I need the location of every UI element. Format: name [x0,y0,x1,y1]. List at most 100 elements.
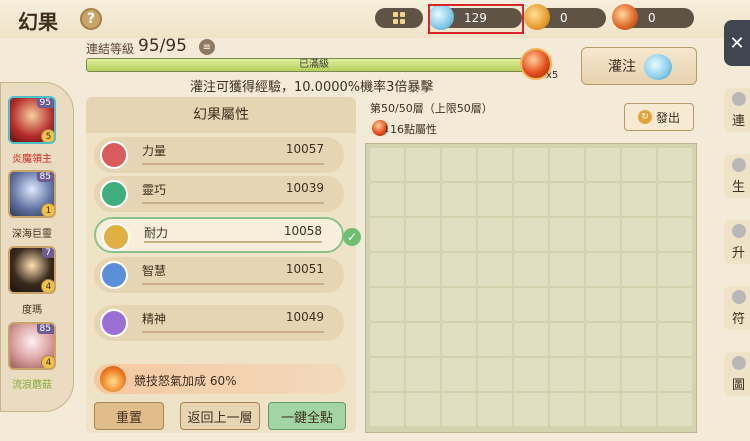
grid-cell[interactable] [586,358,620,391]
side-tab-upgrade[interactable]: 升 [724,220,750,264]
grid-cell[interactable] [622,393,656,426]
back-layer-button[interactable]: 返回上一層 [180,402,260,430]
grid-cell[interactable] [478,183,512,216]
grid-cell[interactable] [514,148,548,181]
grid-cell[interactable] [622,288,656,321]
character-avatar[interactable]: 7 4 [8,246,56,294]
resource-feather-token: 0 [612,4,694,30]
grid-cell[interactable] [514,218,548,251]
grid-cell[interactable] [442,148,476,181]
grid-cell[interactable] [658,323,692,356]
grid-cell[interactable] [586,148,620,181]
attribute-row-strength[interactable]: 力量 10057 [94,137,344,173]
attribute-underline [144,241,322,243]
grid-cell[interactable] [370,148,404,181]
auto-assign-button[interactable]: 一鍵全點 [268,402,346,430]
grid-cell[interactable] [442,183,476,216]
grid-cell[interactable] [622,323,656,356]
grid-cell[interactable] [586,393,620,426]
list-icon[interactable]: ≡ [199,39,215,55]
grid-cell[interactable] [478,218,512,251]
grid-cell[interactable] [406,218,440,251]
grid-cell[interactable] [406,358,440,391]
grid-cell[interactable] [586,183,620,216]
reset-button[interactable]: 重置 [94,402,164,430]
grid-cell[interactable] [658,148,692,181]
grid-cell[interactable] [442,253,476,286]
grid-cell[interactable] [586,323,620,356]
grid-cell[interactable] [406,323,440,356]
grid-cell[interactable] [550,288,584,321]
leave-button[interactable]: ↻ 發出 [624,103,694,131]
grid-cell[interactable] [370,393,404,426]
attribute-row-wisdom[interactable]: 智慧 10051 [94,257,344,293]
grid-cell[interactable] [478,288,512,321]
grid-cell[interactable] [406,253,440,286]
side-navigation: 連 生 升 符 圖 [724,70,750,441]
close-button[interactable]: ✕ [724,20,750,66]
side-tab-link[interactable]: 連 [724,88,750,132]
side-tab-codex[interactable]: 圖 [724,352,750,396]
grid-cell[interactable] [586,218,620,251]
grid-cell[interactable] [370,288,404,321]
help-icon[interactable]: ? [80,8,102,30]
grid-cell[interactable] [550,323,584,356]
grid-cell[interactable] [514,323,548,356]
grid-cell[interactable] [370,218,404,251]
attribute-row-dexterity[interactable]: 靈巧 10039 [94,176,344,212]
menu-button[interactable] [375,8,423,28]
grid-cell[interactable] [658,253,692,286]
grid-cell[interactable] [370,323,404,356]
side-tab-life[interactable]: 生 [724,154,750,198]
grid-cell[interactable] [478,148,512,181]
attribute-row-spirit[interactable]: 精神 10049 [94,305,344,341]
character-avatar[interactable]: 85 1 [8,170,56,218]
grid-cell[interactable] [406,393,440,426]
character-avatar[interactable]: 95 5 [8,96,56,144]
grid-cell[interactable] [586,288,620,321]
grid-cell[interactable] [550,253,584,286]
grid-cell[interactable] [550,183,584,216]
grid-cell[interactable] [658,288,692,321]
grid-cell[interactable] [406,148,440,181]
attribute-row-stamina[interactable]: 耐力 10058 ✓ [94,217,361,253]
grid-cell[interactable] [442,358,476,391]
grid-cell[interactable] [514,183,548,216]
wind-icon [100,180,128,208]
grid-cell[interactable] [406,183,440,216]
grid-cell[interactable] [406,288,440,321]
grid-cell[interactable] [370,358,404,391]
grid-cell[interactable] [658,393,692,426]
grid-cell[interactable] [478,393,512,426]
grid-cell[interactable] [658,358,692,391]
side-tab-rune[interactable]: 符 [724,286,750,330]
grid-cell[interactable] [442,393,476,426]
inject-button[interactable]: 灌注 [581,47,697,85]
grid-cell[interactable] [478,358,512,391]
grid-cell[interactable] [478,323,512,356]
attribute-value: 10058 [283,224,322,238]
grid-cell[interactable] [442,218,476,251]
grid-cell[interactable] [622,148,656,181]
grid-cell[interactable] [442,288,476,321]
grid-cell[interactable] [478,253,512,286]
grid-cell[interactable] [442,323,476,356]
grid-cell[interactable] [658,218,692,251]
grid-cell[interactable] [658,183,692,216]
grid-cell[interactable] [622,218,656,251]
grid-cell[interactable] [550,358,584,391]
grid-cell[interactable] [514,288,548,321]
grid-cell[interactable] [370,183,404,216]
grid-cell[interactable] [514,358,548,391]
grid-cell[interactable] [514,393,548,426]
grid-cell[interactable] [370,253,404,286]
grid-cell[interactable] [622,253,656,286]
grid-cell[interactable] [550,218,584,251]
grid-cell[interactable] [550,148,584,181]
grid-cell[interactable] [586,253,620,286]
grid-cell[interactable] [550,393,584,426]
character-avatar[interactable]: 85 4 [8,322,56,370]
grid-cell[interactable] [514,253,548,286]
grid-cell[interactable] [622,358,656,391]
grid-cell[interactable] [622,183,656,216]
